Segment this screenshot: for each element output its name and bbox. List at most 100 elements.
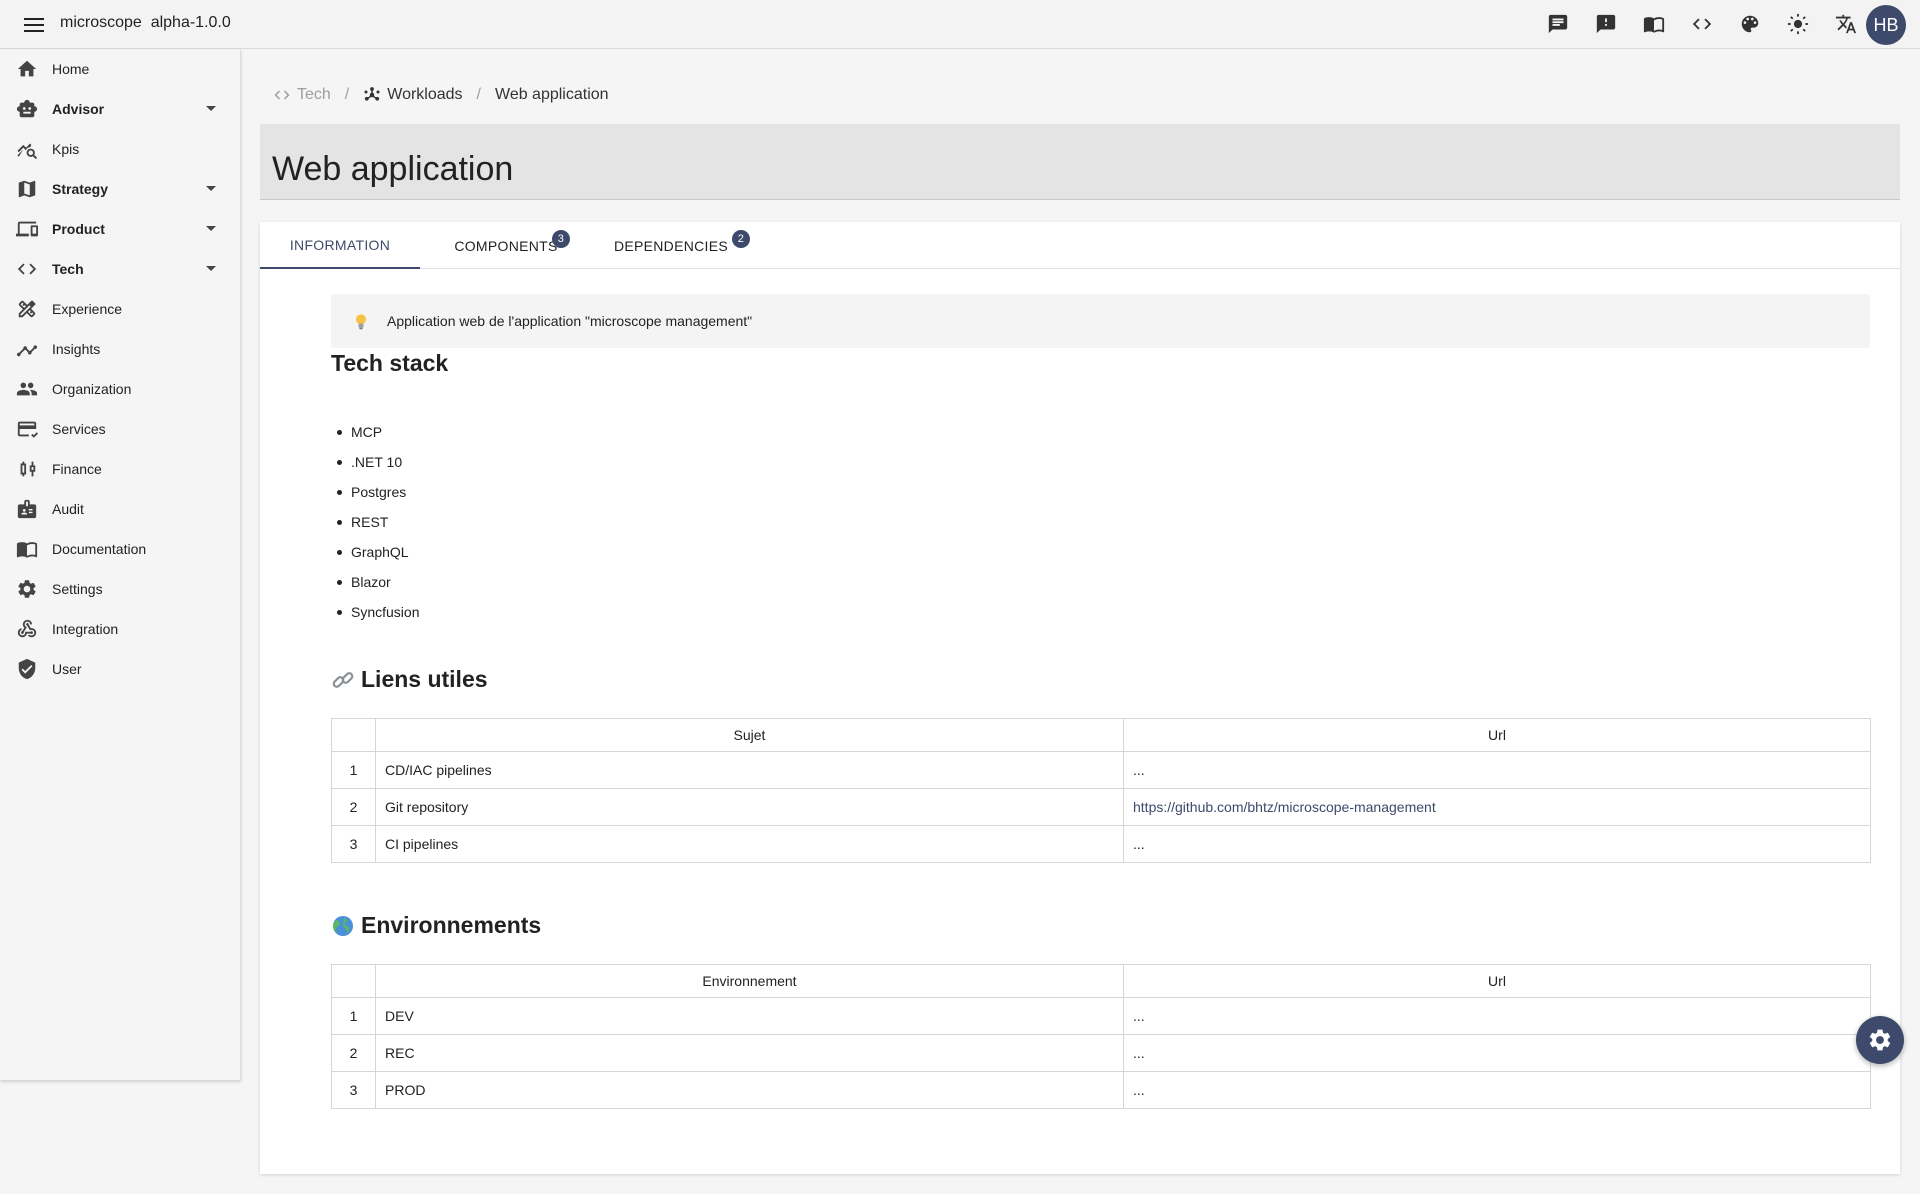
breadcrumb-tech-label: Tech <box>297 86 331 103</box>
sidebar-item-services[interactable]: Services <box>0 409 240 449</box>
workloads-icon <box>364 87 380 101</box>
sidebar-item-integration[interactable]: Integration <box>0 609 240 649</box>
tab-badge: 3 <box>552 230 570 248</box>
tech-stack-list: MCP .NET 10 Postgres REST GraphQL Blazor… <box>331 417 419 627</box>
link-icon <box>332 671 354 688</box>
sidebar-item-label: Insights <box>52 341 101 357</box>
devices-icon <box>16 221 38 237</box>
list-item: MCP <box>331 417 419 447</box>
tab-dependencies[interactable]: DEPENDENCIES 2 <box>592 222 750 269</box>
row-url: ... <box>1123 751 1871 789</box>
brightness-icon[interactable] <box>1784 10 1812 38</box>
webhook-icon <box>17 619 37 638</box>
row-number: 3 <box>331 1071 376 1109</box>
sidebar-item-label: Experience <box>52 301 123 317</box>
breadcrumb-workloads-label: Workloads <box>387 86 463 103</box>
sidebar-item-strategy[interactable]: Strategy <box>0 169 240 209</box>
tech-stack-heading: Tech stack <box>331 350 449 376</box>
people-icon <box>16 382 38 396</box>
app-title: microscope alpha-1.0.0 <box>60 14 231 32</box>
sidebar-item-label: User <box>52 661 82 677</box>
chevron-down-icon[interactable] <box>206 266 216 271</box>
table-header: Environnement <box>375 964 1124 998</box>
links-heading: Liens utiles <box>331 666 488 693</box>
services-icon <box>17 421 38 438</box>
sidebar-item-tech[interactable]: Tech <box>0 249 240 289</box>
chevron-down-icon[interactable] <box>206 186 216 191</box>
tab-components[interactable]: COMPONENTS 3 <box>436 222 576 269</box>
tab-label: INFORMATION <box>289 236 391 253</box>
palette-icon[interactable] <box>1736 10 1764 38</box>
sidebar-item-advisor[interactable]: Advisor <box>0 89 240 129</box>
table-header: Sujet <box>375 718 1124 752</box>
sidebar-item-settings[interactable]: Settings <box>0 569 240 609</box>
home-icon <box>17 60 37 77</box>
table-row: 1 DEV ... <box>331 997 1871 1035</box>
feedback-icon[interactable] <box>1592 10 1620 38</box>
row-url: ... <box>1123 1071 1871 1109</box>
sidebar-item-label: Documentation <box>52 541 147 557</box>
row-environment: REC <box>375 1034 1124 1072</box>
tab-information[interactable]: INFORMATION <box>260 222 420 269</box>
top-toolbar <box>1544 10 1860 38</box>
kpi-icon <box>17 143 38 160</box>
sidebar-item-documentation[interactable]: Documentation <box>0 529 240 569</box>
avatar[interactable]: HB <box>1866 5 1906 45</box>
list-item: Syncfusion <box>331 597 419 627</box>
breadcrumb-tech[interactable]: Tech <box>273 86 331 104</box>
list-item: .NET 10 <box>331 447 419 477</box>
sidebar-item-audit[interactable]: Audit <box>0 489 240 529</box>
description-callout: Application web de l'application "micros… <box>331 294 1870 348</box>
row-number: 2 <box>331 1034 376 1072</box>
shield-icon <box>18 658 36 680</box>
git-repository-link[interactable]: https://github.com/bhtz/microscope-manag… <box>1123 788 1871 826</box>
row-subject: Git repository <box>375 788 1124 826</box>
lightbulb-icon <box>356 314 366 330</box>
row-environment: PROD <box>375 1071 1124 1109</box>
breadcrumb-workloads[interactable]: Workloads <box>363 86 463 104</box>
chevron-down-icon[interactable] <box>206 106 216 111</box>
breadcrumb-separator: / <box>476 86 481 103</box>
breadcrumb-separator: / <box>344 86 350 103</box>
sidebar-item-label: Services <box>52 421 106 437</box>
sidebar-item-kpis[interactable]: Kpis <box>0 129 240 169</box>
sidebar-item-experience[interactable]: Experience <box>0 289 240 329</box>
book-icon[interactable] <box>1640 10 1668 38</box>
row-number: 2 <box>331 788 376 826</box>
app-bar: microscope alpha-1.0.0 HB <box>0 0 1920 49</box>
translate-icon[interactable] <box>1832 10 1860 38</box>
sidebar-item-label: Finance <box>52 461 102 477</box>
breadcrumb: Tech / Workloads / Web application <box>273 86 609 104</box>
audit-icon <box>17 499 37 519</box>
sidebar-item-product[interactable]: Product <box>0 209 240 249</box>
sidebar-item-user[interactable]: User <box>0 649 240 689</box>
tab-label: DEPENDENCIES <box>613 237 729 254</box>
settings-fab-button[interactable] <box>1856 1016 1904 1064</box>
breadcrumb-current: Web application <box>495 86 609 103</box>
table-header <box>331 964 376 998</box>
sidebar-item-organization[interactable]: Organization <box>0 369 240 409</box>
code-icon[interactable] <box>1688 10 1716 38</box>
table-row: 2 REC ... <box>331 1034 1871 1072</box>
row-number: 1 <box>331 997 376 1035</box>
row-url: ... <box>1123 825 1871 863</box>
row-number: 1 <box>331 751 376 789</box>
sidebar-item-finance[interactable]: Finance <box>0 449 240 489</box>
sidebar-item-label: Home <box>52 61 90 77</box>
sidebar-item-home[interactable]: Home <box>0 49 240 89</box>
app-name: microscope <box>60 14 142 31</box>
chat-icon[interactable] <box>1544 10 1572 38</box>
row-subject: CD/IAC pipelines <box>375 751 1124 789</box>
sidebar-item-label: Tech <box>52 261 84 277</box>
links-title: Liens utiles <box>361 666 488 692</box>
sidebar-item-label: Product <box>52 221 105 237</box>
menu-icon[interactable] <box>24 14 46 34</box>
sidebar-item-insights[interactable]: Insights <box>0 329 240 369</box>
sidebar-item-label: Organization <box>52 381 132 397</box>
environments-heading: Environnements <box>331 912 541 939</box>
sidebar-item-label: Settings <box>52 581 103 597</box>
design-icon <box>18 300 36 318</box>
sidebar-item-label: Strategy <box>52 181 109 197</box>
chevron-down-icon[interactable] <box>206 226 216 231</box>
tab-bar: INFORMATION COMPONENTS 3 DEPENDENCIES 2 <box>260 222 1900 269</box>
